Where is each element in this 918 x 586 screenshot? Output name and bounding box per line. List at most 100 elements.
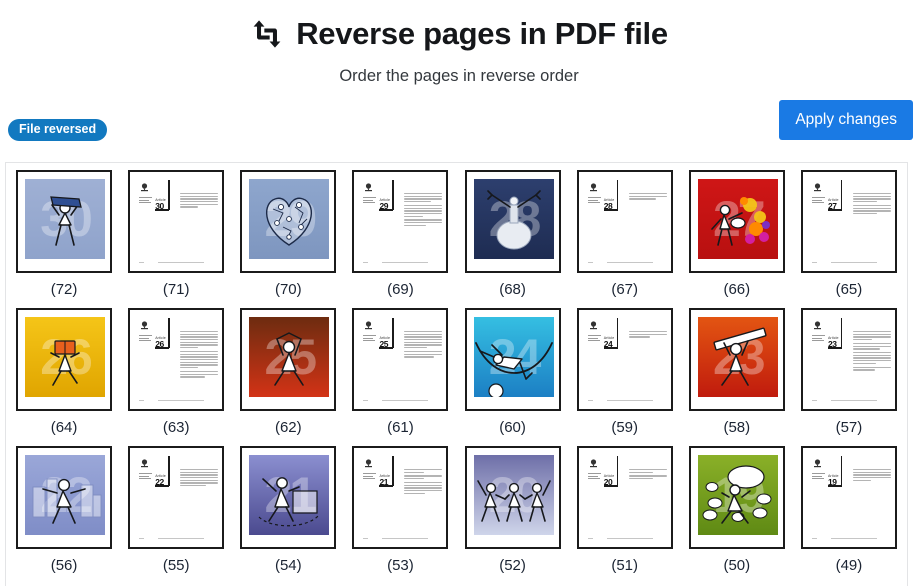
stick-figure-icon xyxy=(698,317,778,397)
illustration-image: 22 xyxy=(25,455,106,535)
footer-center-rule xyxy=(158,399,205,401)
footer-center-rule xyxy=(382,399,429,401)
page-thumbnail-cell: 26 (64) xyxy=(8,308,120,446)
footer-center-rule xyxy=(606,261,653,263)
footer-left-rule xyxy=(363,537,369,539)
body-text-lines xyxy=(852,469,891,484)
page-thumbnail[interactable]: Article 26 xyxy=(128,308,225,411)
page-thumbnail-cell: 21 (54) xyxy=(232,446,344,584)
text-page-preview: Article 28 xyxy=(578,172,671,271)
document-logo-icon xyxy=(365,183,373,192)
body-text-lines xyxy=(180,331,219,380)
pages-grid: 30 (72)Article30(71)29 (70)Article29(69)… xyxy=(6,163,907,584)
text-page-preview: Article 21 xyxy=(354,448,447,547)
page-thumbnail[interactable]: 20 xyxy=(464,446,561,549)
page-thumbnail-cell: Article 25 (61) xyxy=(344,308,456,446)
title-row: Reverse pages in PDF file xyxy=(0,12,918,56)
article-rule-vertical xyxy=(616,318,619,348)
logo-caption-lines xyxy=(139,473,153,481)
page-thumbnail[interactable]: 23 xyxy=(688,308,785,411)
document-logo-icon xyxy=(141,183,149,192)
footer-left-rule xyxy=(587,399,593,401)
illustration-image: 27 xyxy=(697,179,778,259)
article-number: 27 xyxy=(827,200,837,211)
article-rule-vertical xyxy=(392,180,394,210)
illustration-image: 29 xyxy=(249,179,330,259)
page-thumbnail[interactable]: 28 xyxy=(464,170,561,273)
article-number: 23 xyxy=(827,338,837,349)
reverse-pages-tool-page: Reverse pages in PDF file Order the page… xyxy=(0,0,918,586)
page-thumbnail[interactable]: Article 25 xyxy=(352,308,449,411)
page-thumbnail-cell: 19 (50) xyxy=(681,446,793,584)
page-title: Reverse pages in PDF file xyxy=(296,16,668,51)
page-thumbnail[interactable]: 27 xyxy=(688,170,785,273)
page-number-label: (51) xyxy=(611,557,639,574)
footer-center-rule xyxy=(606,537,653,539)
stick-figure-icon xyxy=(474,455,554,535)
document-logo-icon xyxy=(365,321,373,330)
page-number-label: (63) xyxy=(162,419,190,436)
page-thumbnail[interactable]: 24 xyxy=(464,308,561,411)
page-number-label: (67) xyxy=(611,281,639,298)
page-number-label: (53) xyxy=(387,557,414,574)
page-thumbnail[interactable]: 25 xyxy=(240,308,337,411)
page-thumbnail-cell: 22 (56) xyxy=(8,446,120,584)
page-number-label: (49) xyxy=(835,557,863,574)
page-thumbnail[interactable]: 30 xyxy=(16,170,113,273)
page-thumbnail[interactable]: Article 21 xyxy=(352,446,449,549)
body-text-lines xyxy=(628,469,667,482)
page-thumbnail[interactable]: 19 xyxy=(688,446,785,549)
page-thumbnail[interactable]: Article 22 xyxy=(128,446,225,549)
page-number-label: (61) xyxy=(387,419,414,436)
text-page-preview: Article 26 xyxy=(130,310,223,409)
stick-figure-icon xyxy=(474,317,554,397)
reverse-arrows-icon xyxy=(250,17,284,51)
stick-figure-icon xyxy=(249,179,329,259)
illustration-image: 30 xyxy=(25,179,106,259)
apply-changes-button[interactable]: Apply changes xyxy=(779,100,913,140)
document-logo-icon xyxy=(813,321,821,330)
page-number-label: (64) xyxy=(50,419,78,436)
page-number-label: (55) xyxy=(162,557,190,574)
page-thumbnail-cell: 29 (70) xyxy=(232,170,344,308)
page-thumbnail[interactable]: 21 xyxy=(240,446,337,549)
page-thumbnail[interactable]: 22 xyxy=(16,446,113,549)
stick-figure-icon xyxy=(474,179,554,259)
page-thumbnail[interactable]: Article 23 xyxy=(800,308,897,411)
article-number: 22 xyxy=(155,476,164,487)
page-thumbnail[interactable]: Article 20 xyxy=(576,446,673,549)
page-thumbnail-cell: Article 21 (53) xyxy=(344,446,456,584)
page-thumbnail-cell: Article 20 (51) xyxy=(569,446,681,584)
page-subtitle: Order the pages in reverse order xyxy=(339,67,579,85)
article-number: 30 xyxy=(155,200,164,211)
page-thumbnail[interactable]: Article 19 xyxy=(800,446,897,549)
footer-left-rule xyxy=(587,261,593,263)
document-logo-icon xyxy=(589,183,597,192)
article-rule-vertical xyxy=(616,456,619,486)
page-thumbnail[interactable]: Article 24 xyxy=(576,308,673,411)
page-thumbnail[interactable]: Article 30 xyxy=(128,170,225,273)
document-logo-icon xyxy=(141,459,149,468)
article-number: 26 xyxy=(155,338,164,349)
page-thumbnail[interactable]: Article 29 xyxy=(352,170,449,273)
page-thumbnail[interactable]: Article 28 xyxy=(576,170,673,273)
document-logo-icon xyxy=(141,321,149,330)
logo-caption-lines xyxy=(363,197,377,205)
page-number-label: (70) xyxy=(274,281,302,298)
page-thumbnail[interactable]: 29 xyxy=(240,170,337,273)
page-thumbnail[interactable]: 26 xyxy=(16,308,113,411)
footer-left-rule xyxy=(139,261,145,263)
logo-caption-lines xyxy=(587,473,601,481)
body-text-lines xyxy=(404,469,443,497)
body-text-lines xyxy=(404,331,443,360)
page-number-label: (62) xyxy=(274,419,302,436)
stick-figure-icon xyxy=(25,179,105,259)
page-number-label: (65) xyxy=(835,281,863,298)
article-number: 28 xyxy=(603,200,613,211)
page-thumbnail[interactable]: Article 27 xyxy=(800,170,897,273)
toolbar: File reversed Apply changes xyxy=(0,100,918,154)
logo-caption-lines xyxy=(811,197,825,205)
article-number: 21 xyxy=(379,476,389,487)
page-header: Reverse pages in PDF file Order the page… xyxy=(0,0,918,86)
stick-figure-icon xyxy=(25,455,105,535)
